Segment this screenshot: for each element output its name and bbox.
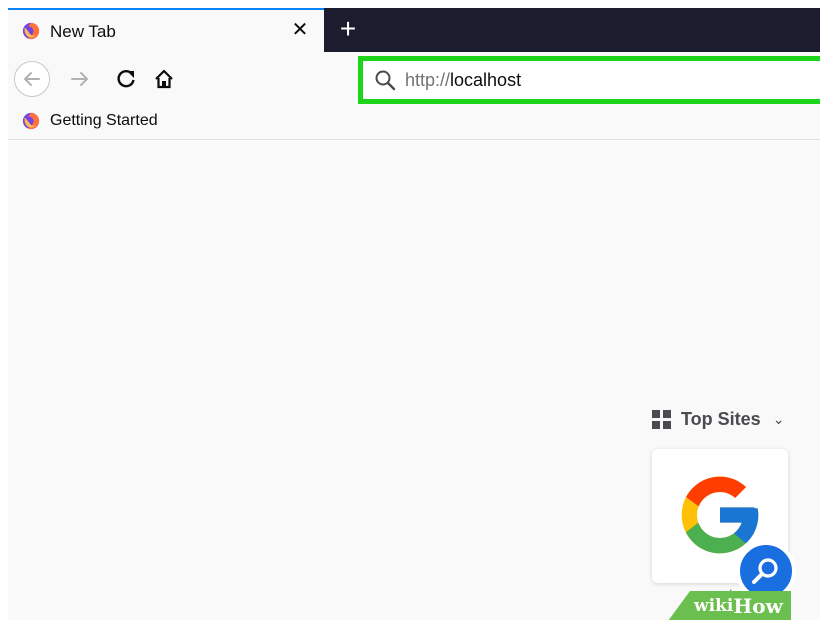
top-sites-label: Top Sites — [681, 409, 761, 429]
new-tab-button[interactable]: + — [336, 14, 360, 44]
home-button[interactable] — [146, 61, 182, 97]
firefox-icon — [22, 22, 40, 40]
new-tab-page: Top Sites ⌄ google wiki How — [8, 141, 820, 620]
top-sites-header[interactable]: Top Sites ⌄ — [652, 409, 784, 430]
back-arrow-icon — [24, 72, 40, 86]
bookmark-label: Getting Started — [50, 112, 158, 129]
bookmarks-toolbar: Getting Started — [8, 106, 820, 140]
tab-title: New Tab — [50, 22, 116, 41]
close-tab-icon[interactable]: ✕ — [288, 18, 312, 42]
forward-arrow-icon — [71, 72, 88, 86]
forward-button[interactable] — [62, 61, 98, 97]
reload-button[interactable] — [108, 61, 144, 97]
wikihow-watermark: wiki How — [668, 591, 791, 620]
chevron-down-icon: ⌄ — [772, 411, 785, 427]
search-icon — [375, 70, 396, 91]
url-bar[interactable]: http://localhost — [358, 56, 820, 104]
tab-strip: New Tab ✕ + — [8, 8, 820, 52]
grid-icon — [652, 410, 671, 429]
bookmark-getting-started[interactable]: Getting Started — [22, 112, 158, 130]
url-scheme: http:// — [405, 70, 451, 90]
home-icon — [155, 69, 173, 89]
navigation-bar: http://localhost — [8, 52, 820, 106]
url-text[interactable]: http://localhost — [405, 70, 521, 91]
back-button[interactable] — [14, 61, 50, 97]
reload-icon — [117, 69, 135, 88]
browser-window: New Tab ✕ + http://localhost Getting Sta… — [8, 8, 820, 620]
tab-new-tab[interactable]: New Tab ✕ — [8, 8, 324, 52]
watermark-how: How — [733, 594, 783, 618]
url-host: localhost — [450, 70, 522, 90]
firefox-icon — [22, 112, 40, 130]
watermark-wiki: wiki — [694, 596, 734, 616]
